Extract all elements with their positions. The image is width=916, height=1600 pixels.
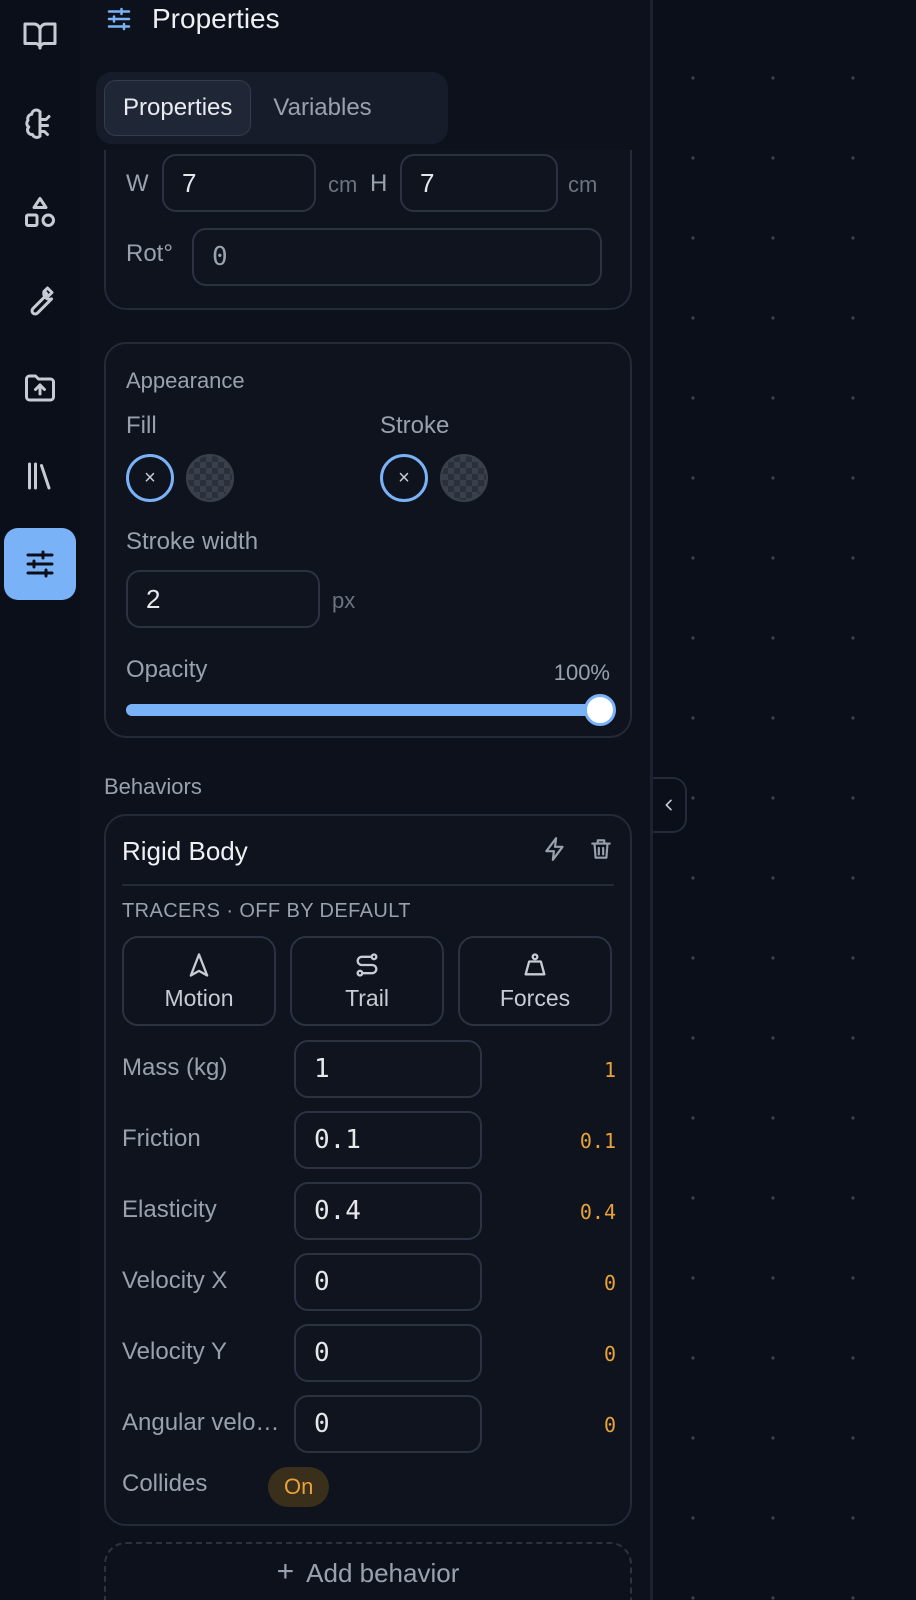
opacity-label: Opacity (126, 656, 208, 683)
rigid-body-card: Rigid Body TRACERS · OFF BY DEFAULT Moti… (104, 814, 632, 1526)
tracer-label: Motion (164, 984, 234, 1011)
stroke-transparent-swatch[interactable] (440, 454, 488, 502)
rail-shapes-button[interactable] (4, 176, 76, 248)
brain-icon (25, 108, 51, 139)
prop-row-elasticity: Elasticity 0.4 0.4 (122, 1182, 616, 1240)
library-icon (28, 462, 51, 490)
canvas[interactable] (653, 0, 916, 1600)
prop-row-mass: Mass (kg) 1 1 (122, 1040, 616, 1098)
prop-value: 0 (603, 1271, 616, 1295)
stroke-width-unit: px (332, 588, 356, 613)
folder-upload-icon (25, 374, 55, 402)
prop-value: 0.1 (579, 1129, 616, 1153)
tracers-label: TRACERS · OFF BY DEFAULT (122, 900, 411, 922)
prop-label: Angular velocity (122, 1409, 282, 1436)
route-icon (356, 952, 378, 977)
panel-tabs: Properties Variables (96, 72, 448, 144)
none-icon: × (398, 466, 410, 489)
tab-variables[interactable]: Variables (255, 80, 389, 136)
tab-properties[interactable]: Properties (104, 80, 252, 136)
lightning-icon[interactable] (542, 836, 568, 862)
rail-book-button[interactable] (4, 0, 76, 72)
prop-value: 0 (603, 1413, 616, 1437)
rigid-body-title: Rigid Body (122, 836, 248, 866)
prop-label: Mass (kg) (122, 1054, 228, 1081)
rail-properties-button[interactable] (4, 528, 76, 600)
stroke-label: Stroke (380, 412, 450, 439)
prop-row-velocity-x: Velocity X 0 0 (122, 1253, 616, 1311)
velocity-x-input[interactable]: 0 (294, 1253, 482, 1311)
chevron-left-icon (665, 799, 672, 811)
width-label: W (126, 170, 149, 197)
none-icon: × (144, 466, 156, 489)
plus-icon: + (276, 1555, 295, 1588)
angular-velocity-input[interactable]: 0 (294, 1395, 482, 1453)
mass-input[interactable]: 1 (294, 1040, 482, 1098)
opacity-value: 100% (553, 660, 610, 685)
tracer-trail-button[interactable]: Trail (290, 936, 444, 1026)
icon-rail (0, 0, 80, 1600)
fill-label: Fill (126, 412, 157, 439)
properties-panel: Properties Properties Variables W 7 cm H… (80, 0, 653, 1600)
prop-label: Friction (122, 1125, 201, 1152)
rail-folder-button[interactable] (4, 352, 76, 424)
add-behavior-button[interactable]: + Add behavior (104, 1542, 632, 1600)
rail-library-button[interactable] (4, 440, 76, 512)
opacity-slider-thumb[interactable] (584, 694, 616, 726)
collapse-panel-button[interactable] (653, 777, 687, 833)
appearance-title: Appearance (126, 368, 245, 393)
prop-row-friction: Friction 0.1 0.1 (122, 1111, 616, 1169)
opacity-slider[interactable] (126, 694, 616, 726)
sliders-icon (107, 7, 131, 31)
collides-label: Collides (122, 1470, 208, 1497)
prop-value: 0 (603, 1342, 616, 1366)
stroke-none-swatch[interactable]: × (380, 454, 428, 502)
prop-row-angular-velocity: Angular velocity 0 0 (122, 1395, 616, 1453)
rail-wrench-button[interactable] (4, 264, 76, 336)
rail-brain-button[interactable] (4, 88, 76, 160)
prop-row-velocity-y: Velocity Y 0 0 (122, 1324, 616, 1382)
velocity-y-input[interactable]: 0 (294, 1324, 482, 1382)
prop-label: Elasticity (122, 1196, 217, 1223)
prop-value: 1 (603, 1058, 616, 1082)
weight-icon (524, 952, 546, 975)
friction-input[interactable]: 0.1 (294, 1111, 482, 1169)
tracer-label: Forces (499, 984, 571, 1011)
stroke-width-label: Stroke width (126, 528, 259, 555)
wrench-icon (30, 286, 54, 316)
height-unit: cm (568, 172, 598, 197)
rotation-label: Rot° (126, 240, 173, 267)
behaviors-label: Behaviors (104, 774, 202, 799)
prop-label: Velocity X (122, 1267, 228, 1294)
stroke-width-input[interactable]: 2 (126, 570, 320, 628)
prop-value: 0.4 (579, 1200, 616, 1224)
height-label: H (370, 170, 388, 197)
rotation-input[interactable]: 0 (192, 228, 602, 286)
appearance-card: Appearance Fill × Stroke × Stroke width … (104, 342, 632, 738)
height-input[interactable]: 7 (400, 154, 558, 212)
elasticity-input[interactable]: 0.4 (294, 1182, 482, 1240)
book-icon (23, 22, 57, 50)
navigation-arrow-icon (189, 952, 209, 977)
rigid-body-actions (542, 836, 614, 862)
collides-toggle[interactable]: On (268, 1467, 330, 1507)
panel-header: Properties (104, 0, 280, 38)
trash-icon[interactable] (588, 836, 614, 862)
tracer-forces-button[interactable]: Forces (458, 936, 612, 1026)
prop-label: Velocity Y (122, 1338, 227, 1365)
tracer-label: Trail (345, 984, 389, 1011)
opacity-slider-fill (126, 704, 600, 716)
panel-title: Properties (152, 3, 280, 34)
sliders-icon (26, 550, 54, 578)
transform-card: W 7 cm H 7 cm Rot° 0 (104, 150, 632, 310)
fill-transparent-swatch[interactable] (186, 454, 234, 502)
add-behavior-label: Add behavior (306, 1558, 460, 1588)
divider (122, 884, 614, 886)
width-unit: cm (328, 172, 358, 197)
fill-none-swatch[interactable]: × (126, 454, 174, 502)
shapes-icon (25, 197, 55, 227)
width-input[interactable]: 7 (162, 154, 316, 212)
tracer-motion-button[interactable]: Motion (122, 936, 276, 1026)
